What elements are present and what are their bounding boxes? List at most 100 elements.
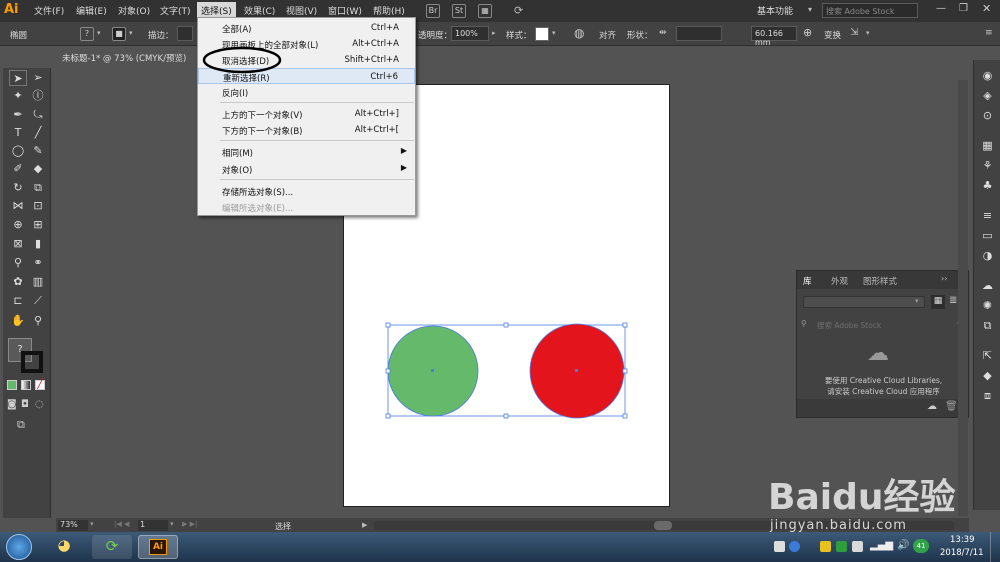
- column-graph-tool-icon[interactable]: ▥: [29, 274, 47, 290]
- draw-inside-icon[interactable]: ◌: [35, 399, 44, 410]
- transform-chevron-icon[interactable]: ▾: [866, 29, 870, 37]
- stroke-panel-icon[interactable]: ≡: [980, 208, 995, 223]
- trash-icon[interactable]: 🗑: [945, 401, 958, 412]
- color-guide-icon[interactable]: ◈: [980, 88, 995, 103]
- zoom-field[interactable]: 73%: [58, 520, 88, 531]
- layers-panel-icon[interactable]: ◆: [980, 368, 995, 383]
- library-search-input[interactable]: 搜索 Adobe Stock: [817, 320, 881, 331]
- menu-item-next-object-above[interactable]: 上方的下一个对象(V) Alt+Ctrl+]: [198, 106, 415, 122]
- mesh-tool-icon[interactable]: ⊠: [9, 236, 27, 252]
- menu-edit[interactable]: 编辑(E): [76, 4, 107, 17]
- workspace-chevron-icon[interactable]: ▾: [808, 5, 812, 14]
- shaper-tool-icon[interactable]: ✐: [9, 161, 27, 177]
- slice-tool-icon[interactable]: ⟋: [29, 293, 47, 309]
- pen-tool-icon[interactable]: ✒: [9, 107, 27, 123]
- paintbrush-tool-icon[interactable]: ✎: [29, 143, 47, 159]
- recolor-icon[interactable]: ◍: [574, 26, 584, 40]
- status-arrow-icon[interactable]: ▶: [362, 521, 367, 529]
- stroke-weight-field[interactable]: [177, 26, 193, 41]
- library-chevron-icon[interactable]: ▾: [915, 297, 919, 305]
- free-transform-tool-icon[interactable]: ⊡: [29, 198, 47, 214]
- hand-tool-icon[interactable]: ✋: [9, 313, 27, 329]
- scrollbar-thumb[interactable]: [654, 521, 672, 530]
- tab-appearance[interactable]: 外观: [831, 275, 848, 287]
- panel-menu-icon[interactable]: ≡: [985, 28, 993, 38]
- start-button[interactable]: [6, 534, 32, 560]
- scale-tool-icon[interactable]: ⧉: [29, 180, 47, 196]
- symbols-icon[interactable]: ♣: [980, 178, 995, 193]
- stroke-chevron-icon[interactable]: ▾: [129, 29, 133, 37]
- update-tray-icon[interactable]: [836, 541, 847, 552]
- draw-normal-icon[interactable]: ◙: [7, 399, 17, 410]
- graphic-styles-icon[interactable]: ⧉: [980, 318, 995, 333]
- curvature-tool-icon[interactable]: ⤿: [29, 107, 47, 123]
- zoom-chevron-icon[interactable]: ▾: [90, 520, 94, 528]
- blend-tool-icon[interactable]: ⚭: [29, 255, 47, 271]
- width-tool-icon[interactable]: ⋈: [9, 198, 27, 214]
- keyboard-tray-icon[interactable]: [774, 541, 785, 552]
- transparency-panel-icon[interactable]: ◑: [980, 248, 995, 263]
- menu-effect[interactable]: 效果(C): [244, 4, 275, 17]
- opacity-chevron-icon[interactable]: ▸: [492, 29, 496, 37]
- taskbar-illustrator-button[interactable]: Ai: [138, 535, 178, 559]
- taskbar-date[interactable]: 2018/7/11: [940, 548, 984, 558]
- taskbar-browser-icon[interactable]: ⟳: [92, 535, 132, 559]
- taskbar-time[interactable]: 13:39: [950, 535, 975, 545]
- gradient-panel-icon[interactable]: ▭: [980, 228, 995, 243]
- appearance-panel-icon[interactable]: ✺: [980, 298, 995, 313]
- rotate-tool-icon[interactable]: ↻: [9, 180, 27, 196]
- stock-button[interactable]: St: [452, 4, 466, 18]
- zoom-tool-icon[interactable]: ⚲: [29, 313, 47, 329]
- stroke-color-box[interactable]: [21, 351, 43, 373]
- libraries-panel-icon[interactable]: ☁: [980, 278, 995, 293]
- eraser-tool-icon[interactable]: ◆: [29, 161, 47, 177]
- list-view-icon[interactable]: ≣: [949, 295, 957, 306]
- menu-item-next-object-below[interactable]: 下方的下一个对象(B) Alt+Ctrl+[: [198, 122, 415, 138]
- gradient-mode-button[interactable]: [21, 380, 31, 390]
- close-icon[interactable]: ✕: [982, 2, 991, 15]
- isolate-icon[interactable]: ⇲: [850, 27, 858, 38]
- menu-object[interactable]: 对象(O): [118, 4, 150, 17]
- eyedropper-tool-icon[interactable]: ⚲: [9, 255, 27, 271]
- tab-libraries[interactable]: 库: [803, 275, 812, 287]
- gradient-tool-icon[interactable]: ▮: [29, 236, 47, 252]
- ellipse-tool-icon[interactable]: ◯: [9, 143, 27, 159]
- magic-wand-tool-icon[interactable]: ✦: [9, 88, 27, 104]
- volume-tray-icon[interactable]: 🔊: [897, 540, 909, 551]
- page-chevron-icon[interactable]: ▾: [170, 520, 174, 528]
- brushes-icon[interactable]: ⚘: [980, 158, 995, 173]
- sync-icon[interactable]: ⟳: [514, 4, 523, 17]
- selected-artwork[interactable]: [380, 318, 634, 424]
- usb-tray-icon[interactable]: [852, 541, 863, 552]
- stock-search-input[interactable]: 搜索 Adobe Stock: [822, 3, 918, 18]
- security-tray-icon[interactable]: [820, 541, 831, 552]
- draw-behind-icon[interactable]: ◘: [21, 399, 29, 410]
- menu-file[interactable]: 文件(F): [34, 4, 64, 17]
- collapse-icon[interactable]: ››: [941, 274, 947, 283]
- align-link[interactable]: 对齐: [599, 29, 616, 41]
- export-icon[interactable]: ⇱: [980, 348, 995, 363]
- color-panel-icon[interactable]: ◉: [980, 68, 995, 83]
- link-icon[interactable]: ⊕: [803, 26, 812, 39]
- battery-tray-icon[interactable]: 41: [913, 539, 929, 553]
- lasso-tool-icon[interactable]: ⓛ: [29, 88, 47, 104]
- first-artboard-icon[interactable]: |◀ ◀: [114, 520, 129, 528]
- artboard-number-field[interactable]: 1: [138, 520, 168, 531]
- stroke-swatch[interactable]: ■: [112, 27, 126, 41]
- menu-item-select-all[interactable]: 全部(A) Ctrl+A: [198, 20, 415, 36]
- screen-mode-icon[interactable]: ⧉: [17, 418, 25, 432]
- fill-swatch[interactable]: ?: [80, 27, 94, 41]
- shape-builder-tool-icon[interactable]: ⊕: [9, 217, 27, 233]
- opacity-field[interactable]: 100%: [451, 26, 489, 41]
- artboard-tool-icon[interactable]: ⊏: [9, 293, 27, 309]
- grid-view-icon[interactable]: ▦: [931, 295, 945, 309]
- direct-selection-tool-icon[interactable]: ➢: [29, 70, 47, 86]
- menu-type[interactable]: 文字(T): [160, 4, 191, 17]
- type-tool-icon[interactable]: T: [9, 125, 27, 141]
- properties-icon[interactable]: ⊙: [980, 108, 995, 123]
- menu-item-same[interactable]: 相同(M) ▶: [198, 144, 415, 160]
- arrange-documents-icon[interactable]: ▦: [478, 4, 492, 18]
- tab-graphic-styles[interactable]: 图形样式: [863, 275, 897, 287]
- menu-item-object[interactable]: 对象(O) ▶: [198, 161, 415, 177]
- fill-chevron-icon[interactable]: ▾: [97, 29, 101, 37]
